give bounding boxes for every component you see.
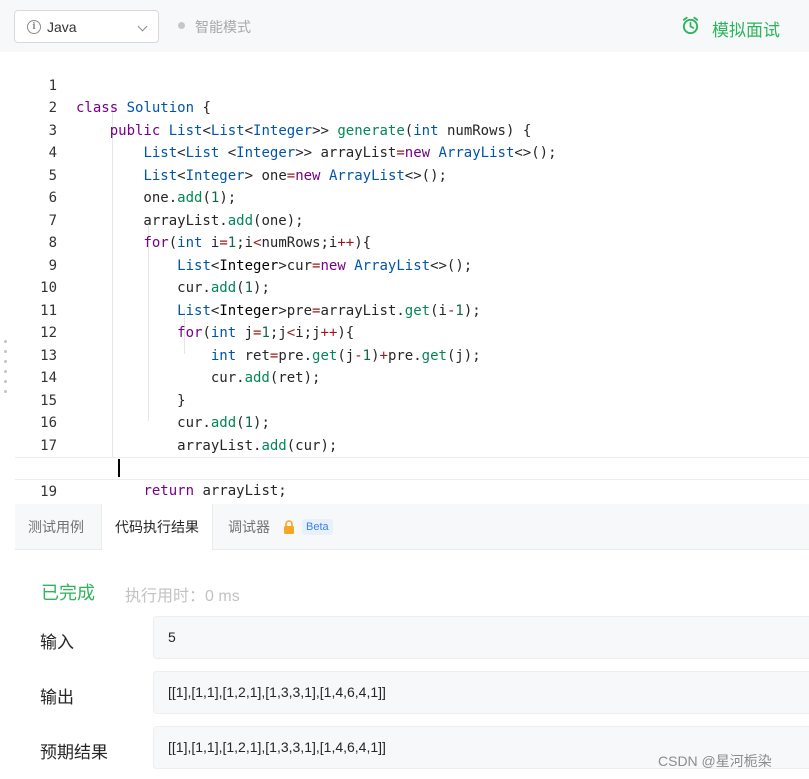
code-line[interactable]: 14 }	[15, 345, 809, 409]
tab-testcase[interactable]: 测试用例	[15, 504, 97, 550]
code-line[interactable]: 12 int ret=pre.get(j-1)+pre.get(j);	[15, 300, 809, 364]
text-cursor	[118, 459, 120, 477]
lock-icon	[284, 520, 294, 534]
code-line[interactable]: 10 List<Integer>pre=arrayList.get(i-1);	[15, 255, 809, 319]
language-select[interactable]: i Java	[14, 10, 159, 43]
code-line[interactable]: 9 cur.add(1);	[15, 232, 809, 297]
code-line[interactable]: 8 List<Integer>cur=new ArrayList<>();	[15, 210, 809, 274]
editor-toolbar: i Java 智能模式 模拟面试	[0, 0, 809, 52]
status-text: 已完成	[41, 583, 95, 603]
tab-run-result[interactable]: 代码执行结果	[101, 504, 213, 551]
code-line[interactable]: 13 cur.add(ret);	[15, 322, 809, 387]
code-line[interactable]: 18 return arrayList;	[15, 435, 809, 499]
code-line[interactable]: 20 }	[15, 480, 809, 544]
code-line-current[interactable]: 19 }	[15, 457, 809, 522]
exec-time-value: 0 ms	[205, 588, 240, 605]
code-line[interactable]: 1 class Solution {	[15, 52, 809, 117]
info-icon[interactable]: i	[27, 20, 41, 34]
alarm-clock-icon[interactable]	[681, 16, 700, 35]
code-line[interactable]: 17 }	[15, 412, 809, 477]
code-line[interactable]: 16 arrayList.add(cur);	[15, 390, 809, 454]
beta-badge: Beta	[302, 519, 333, 535]
code-line[interactable]: 11 for(int j=1;j<i;j++){	[15, 277, 809, 342]
panel-resize-handle[interactable]	[3, 340, 9, 398]
code-line[interactable]: 2 public List<List<Integer>> generate(in…	[15, 75, 809, 139]
output-value[interactable]: [[1],[1,1],[1,2,1],[1,3,3,1],[1,4,6,4,1]…	[153, 671, 809, 714]
exec-time: 执行用时：0 ms	[125, 582, 240, 606]
code-line[interactable]: 5 one.add(1);	[15, 142, 809, 207]
run-result-panel: 已完成 执行用时：0 ms 输入 5 输出 [[1],[1,1],[1,2,1]…	[15, 550, 809, 779]
tab-debugger[interactable]: 调试器	[215, 504, 283, 550]
code-line[interactable]: 6 arrayList.add(one);	[15, 165, 809, 229]
code-line[interactable]: 15 cur.add(1);	[15, 367, 809, 432]
code-editor[interactable]: 1 class Solution { 2 public List<List<In…	[15, 52, 809, 544]
chevron-down-icon	[137, 21, 148, 32]
code-line[interactable]: 3 List<List <Integer>> arrayList=new Arr…	[15, 97, 809, 162]
input-value[interactable]: 5	[153, 616, 809, 659]
output-label: 输出	[40, 688, 74, 707]
smart-mode-toggle[interactable]: 智能模式	[195, 17, 251, 37]
expected-label: 预期结果	[40, 743, 108, 762]
mock-interview-button[interactable]: 模拟面试	[712, 16, 780, 41]
input-label: 输入	[40, 633, 74, 652]
code-line[interactable]: 4 List<Integer> one=new ArrayList<>();	[15, 120, 809, 184]
exec-time-label: 执行用时：	[125, 588, 206, 605]
smart-mode-status-dot	[178, 22, 185, 29]
code-line[interactable]: 7 for(int i=1;i<numRows;i++){	[15, 187, 809, 252]
console-tabs: 测试用例 代码执行结果 调试器 Beta	[15, 504, 809, 551]
language-select-value: Java	[47, 19, 77, 35]
watermark: CSDN @星河栀染	[658, 753, 772, 769]
